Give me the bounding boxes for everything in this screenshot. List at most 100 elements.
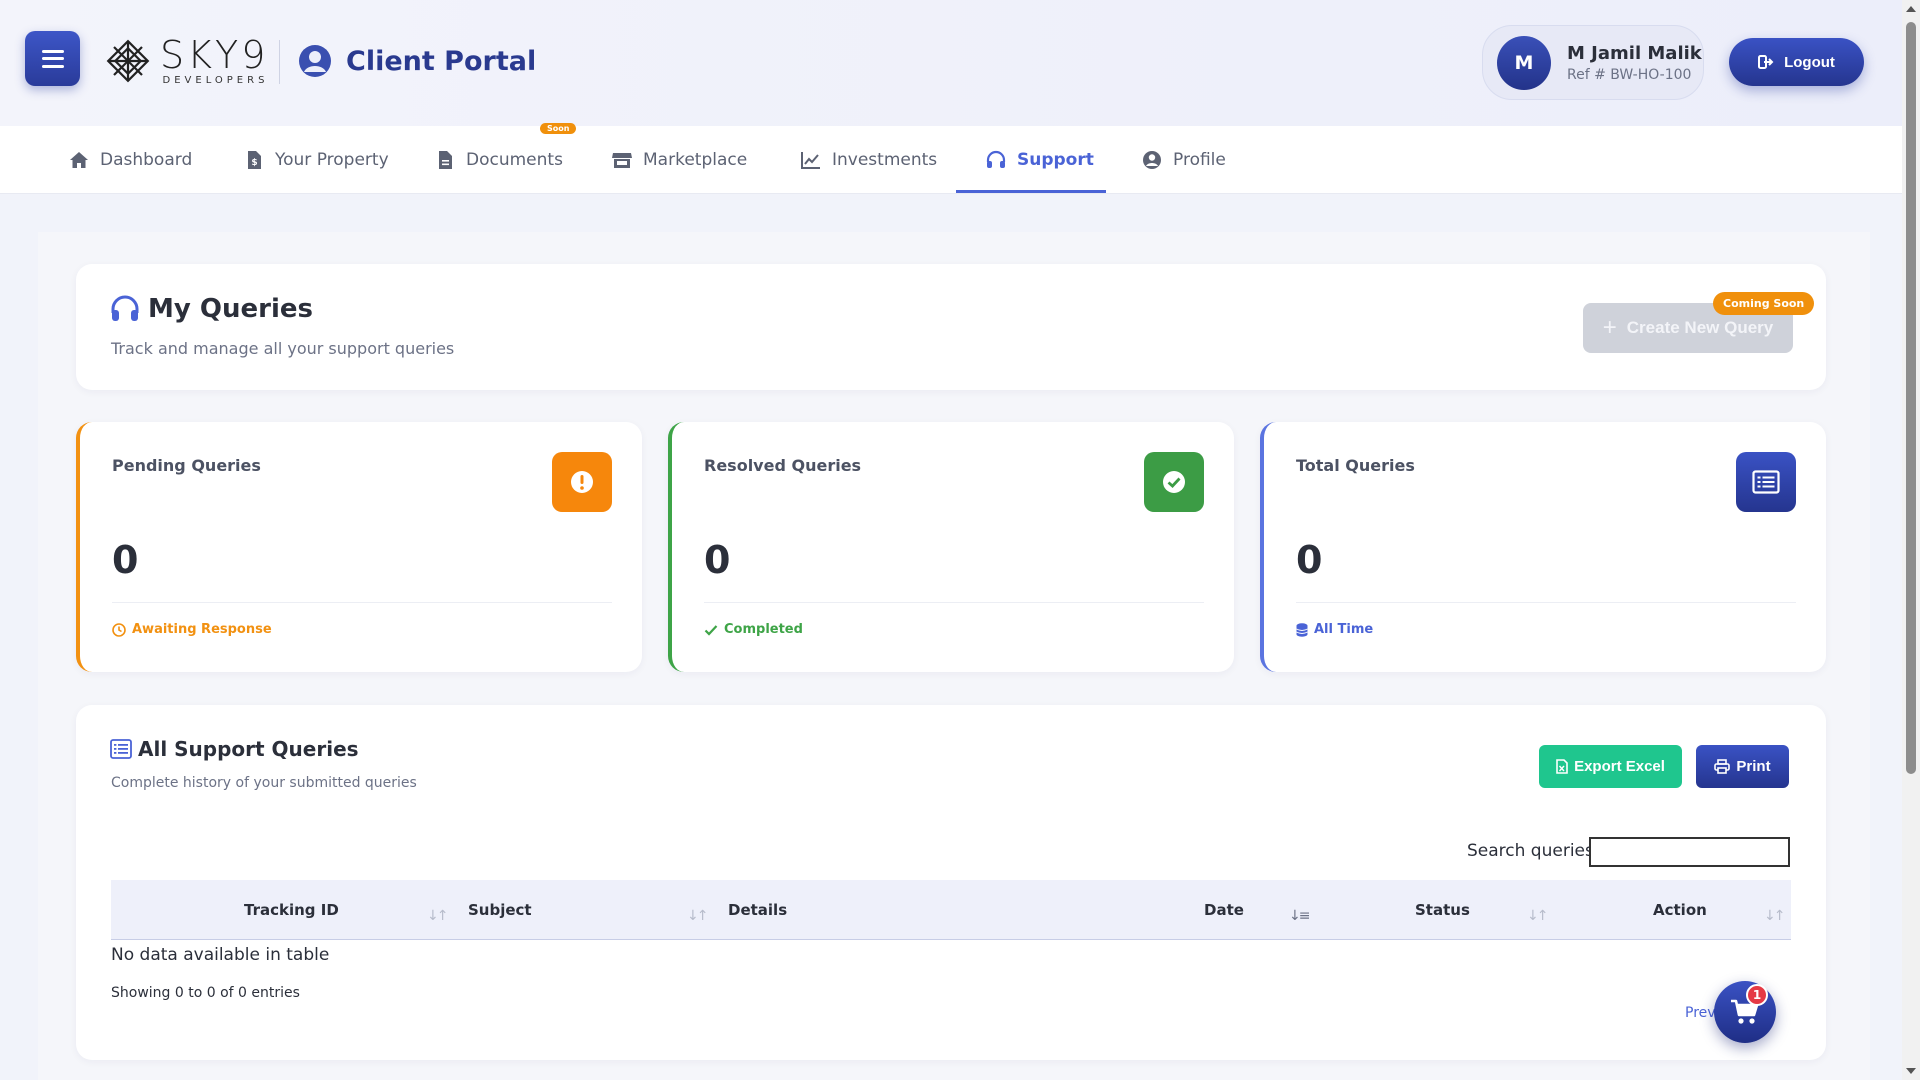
tab-investments[interactable]: Investments bbox=[800, 126, 937, 194]
print-label: Print bbox=[1736, 758, 1771, 775]
resolved-queries-card: Resolved Queries 0 Completed bbox=[668, 422, 1234, 672]
search-queries-input[interactable] bbox=[1589, 837, 1790, 867]
user-ref: Ref # BW-HO-100 bbox=[1567, 66, 1692, 83]
table-info: Showing 0 to 0 of 0 entries bbox=[111, 985, 300, 1001]
user-name: M Jamil Malik bbox=[1567, 42, 1702, 64]
total-queries-foot: All Time bbox=[1296, 622, 1373, 637]
stat-divider bbox=[704, 602, 1204, 603]
page: SKY9 DEVELOPERS Client Portal M M Jamil … bbox=[0, 0, 1902, 1080]
column-header-details[interactable]: Details bbox=[728, 880, 787, 940]
user-circle-icon bbox=[299, 45, 331, 77]
export-excel-label: Export Excel bbox=[1574, 758, 1665, 775]
my-queries-header-card: My Queries Track and manage all your sup… bbox=[76, 264, 1826, 390]
file-dollar-icon: $ bbox=[248, 151, 261, 169]
tab-marketplace[interactable]: Marketplace bbox=[611, 126, 747, 194]
sort-icon[interactable]: ↓↑ bbox=[1527, 908, 1549, 924]
clock-icon bbox=[112, 622, 126, 637]
check-circle-icon bbox=[1144, 452, 1204, 512]
sign-out-icon bbox=[1758, 55, 1774, 69]
file-excel-icon bbox=[1556, 759, 1568, 774]
total-queries-label: Total Queries bbox=[1296, 456, 1415, 475]
support-queries-table-card: All Support Queries Complete history of … bbox=[76, 705, 1826, 1060]
headset-icon bbox=[986, 150, 1006, 168]
pending-queries-foot: Awaiting Response bbox=[112, 622, 272, 637]
my-queries-subtitle: Track and manage all your support querie… bbox=[111, 339, 455, 358]
logo-name: SKY9 bbox=[160, 33, 269, 77]
all-support-queries-title-text: All Support Queries bbox=[138, 737, 359, 761]
column-header-tracking-id[interactable]: Tracking ID bbox=[244, 880, 339, 940]
logout-label: Logout bbox=[1784, 53, 1835, 71]
brand-logo[interactable]: SKY9 DEVELOPERS bbox=[100, 33, 268, 89]
documents-soon-badge: Soon bbox=[540, 123, 577, 134]
create-new-query-label: Create New Query bbox=[1626, 318, 1774, 337]
pending-queries-foot-text: Awaiting Response bbox=[132, 622, 272, 637]
total-queries-value: 0 bbox=[1296, 538, 1323, 582]
scroll-thumb[interactable] bbox=[1906, 22, 1916, 774]
total-queries-foot-text: All Time bbox=[1314, 622, 1374, 637]
main-nav: Dashboard $ Your Property Documents Mark… bbox=[0, 126, 1902, 194]
logo-diamond-icon bbox=[106, 39, 150, 83]
resolved-queries-label: Resolved Queries bbox=[704, 456, 862, 475]
logo-subtitle: DEVELOPERS bbox=[162, 75, 269, 86]
sort-icon[interactable]: ↓↑ bbox=[1764, 908, 1786, 924]
column-header-status[interactable]: Status bbox=[1415, 880, 1470, 940]
svg-text:$: $ bbox=[251, 158, 257, 168]
my-queries-title: My Queries bbox=[110, 294, 313, 324]
export-excel-button[interactable]: Export Excel bbox=[1539, 745, 1682, 788]
tab-dashboard-label: Dashboard bbox=[100, 150, 193, 170]
hamburger-icon bbox=[41, 49, 64, 68]
column-header-date[interactable]: Date bbox=[1204, 880, 1244, 940]
table-header-row: Tracking ID ↓↑ Subject ↓↑ Details Date ↓… bbox=[111, 880, 1791, 940]
resolved-queries-foot: Completed bbox=[704, 622, 803, 637]
logout-button[interactable]: Logout bbox=[1729, 38, 1864, 86]
tab-profile-label: Profile bbox=[1173, 150, 1226, 170]
pending-queries-label: Pending Queries bbox=[112, 456, 261, 475]
tab-support[interactable]: Support bbox=[985, 126, 1094, 194]
avatar: M bbox=[1497, 35, 1551, 90]
sort-desc-icon[interactable]: ↓≡ bbox=[1289, 908, 1311, 924]
pending-queries-card: Pending Queries 0 Awaiting Response bbox=[76, 422, 642, 672]
print-button[interactable]: Print bbox=[1696, 745, 1789, 788]
tab-your-property-label: Your Property bbox=[275, 150, 389, 170]
all-support-queries-subtitle: Complete history of your submitted queri… bbox=[111, 775, 417, 791]
list-icon bbox=[1736, 452, 1796, 512]
portal-title: Client Portal bbox=[298, 44, 536, 78]
printer-icon bbox=[1714, 759, 1731, 774]
sort-icon[interactable]: ↓↑ bbox=[687, 908, 709, 924]
resolved-queries-foot-text: Completed bbox=[724, 622, 803, 637]
all-support-queries-title: All Support Queries bbox=[110, 737, 359, 761]
table-empty-message: No data available in table bbox=[111, 945, 330, 965]
tab-dashboard[interactable]: Dashboard bbox=[68, 126, 192, 194]
database-icon bbox=[1296, 622, 1308, 637]
check-icon bbox=[704, 624, 718, 636]
tab-documents[interactable]: Documents bbox=[434, 126, 563, 194]
tab-profile[interactable]: Profile bbox=[1141, 126, 1226, 194]
my-queries-title-text: My Queries bbox=[148, 294, 313, 324]
user-circle-icon bbox=[1143, 151, 1161, 169]
total-queries-card: Total Queries 0 All Time bbox=[1260, 422, 1826, 672]
store-icon bbox=[612, 153, 632, 168]
stat-divider bbox=[112, 602, 612, 603]
search-label: Search queries: bbox=[1467, 841, 1600, 861]
tab-investments-label: Investments bbox=[832, 150, 938, 170]
headphones-icon bbox=[111, 295, 139, 321]
exclamation-icon bbox=[552, 452, 612, 512]
scroll-down-arrow[interactable] bbox=[1906, 1068, 1916, 1074]
column-header-subject[interactable]: Subject bbox=[468, 880, 532, 940]
menu-toggle-button[interactable] bbox=[25, 31, 80, 86]
plus-icon: + bbox=[1602, 314, 1617, 341]
user-profile-chip[interactable]: M M Jamil Malik Ref # BW-HO-100 bbox=[1482, 25, 1704, 100]
tab-your-property[interactable]: $ Your Property bbox=[243, 126, 389, 194]
document-icon bbox=[439, 151, 452, 169]
header-divider bbox=[279, 40, 280, 84]
column-header-action[interactable]: Action bbox=[1653, 880, 1707, 940]
home-icon bbox=[70, 152, 88, 168]
resolved-queries-value: 0 bbox=[704, 538, 731, 582]
page-scrollbar[interactable] bbox=[1902, 0, 1920, 1080]
sort-icon[interactable]: ↓↑ bbox=[427, 908, 449, 924]
portal-title-text: Client Portal bbox=[346, 45, 537, 77]
coming-soon-badge: Coming Soon bbox=[1713, 292, 1815, 315]
chart-line-icon bbox=[801, 152, 820, 169]
scroll-up-arrow[interactable] bbox=[1906, 6, 1916, 12]
stat-divider bbox=[1296, 602, 1796, 603]
